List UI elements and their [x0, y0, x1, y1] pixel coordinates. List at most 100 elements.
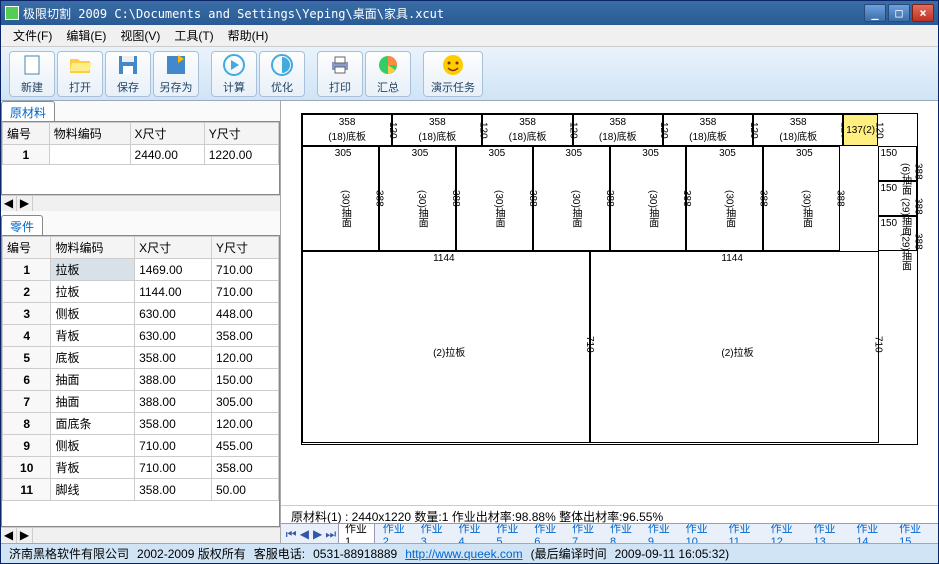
save-button[interactable]: 保存: [105, 51, 151, 97]
parts-tab[interactable]: 零件: [1, 215, 43, 235]
menu-file[interactable]: 文件(F): [7, 25, 58, 46]
dimension-label: 388: [912, 198, 923, 215]
cutting-sheet: 358(18)底板120358(18)底板120358(18)底板120358(…: [301, 113, 918, 445]
saveas-icon: [164, 53, 188, 77]
job-tab[interactable]: 作业8: [603, 523, 640, 543]
parts-panel: 零件 编号 物料编码 X尺寸 Y尺寸 1拉板1469.00710.002拉板11…: [1, 215, 280, 543]
job-tab[interactable]: 作业3: [414, 523, 451, 543]
status-build-label: (最后编译时间: [531, 545, 607, 562]
table-row[interactable]: 10背板710.00358.00: [3, 457, 279, 479]
table-row[interactable]: 6抽面388.00150.00: [3, 369, 279, 391]
job-tab[interactable]: 作业9: [641, 523, 678, 543]
rawmat-scroll[interactable]: ◀▶: [1, 195, 280, 211]
menubar: 文件(F) 编辑(E) 视图(V) 工具(T) 帮助(H): [1, 25, 938, 47]
pcol-code[interactable]: 物料编码: [51, 237, 135, 259]
pcol-y[interactable]: Y尺寸: [211, 237, 278, 259]
table-row[interactable]: 5底板358.00120.00: [3, 347, 279, 369]
table-row[interactable]: 1拉板1469.00710.00: [3, 259, 279, 281]
table-row[interactable]: 12440.001220.00: [3, 145, 279, 165]
calc-button[interactable]: 计算: [211, 51, 257, 97]
job-tab[interactable]: 作业6: [527, 523, 564, 543]
job-tabstrip: ⏮ ◀ ▶ ⏭ 作业1作业2作业3作业4作业5作业6作业7作业8作业9作业10作…: [281, 523, 938, 543]
job-tab[interactable]: 作业10: [679, 523, 721, 543]
summary-button[interactable]: 汇总: [365, 51, 411, 97]
dimension-label: (30)抽面: [491, 190, 506, 228]
layout-cell: 358(18)底板: [663, 114, 753, 146]
saveas-button[interactable]: 另存为: [153, 51, 199, 97]
dimension-label: 305: [412, 148, 429, 159]
pcol-id[interactable]: 编号: [3, 237, 51, 259]
layout-cell: 358(18)底板: [302, 114, 392, 146]
layout-cell: 358(18)底板: [482, 114, 572, 146]
dimension-label: 150: [880, 183, 897, 194]
dimension-label: 305: [489, 148, 506, 159]
layout-cell: 358(18)底板: [573, 114, 663, 146]
job-tab[interactable]: 作业12: [764, 523, 806, 543]
dimension-label: 305: [796, 148, 813, 159]
tab-prev[interactable]: ◀: [298, 527, 310, 541]
optimize-button[interactable]: 优化: [259, 51, 305, 97]
col-y[interactable]: Y尺寸: [204, 123, 278, 145]
pcol-x[interactable]: X尺寸: [135, 237, 212, 259]
tab-last[interactable]: ⏭: [325, 527, 337, 541]
right-pane: 358(18)底板120358(18)底板120358(18)底板120358(…: [281, 101, 938, 543]
print-button[interactable]: 打印: [317, 51, 363, 97]
window-title: 极限切割 2009 C:\Documents and Settings\Yepi…: [23, 5, 864, 22]
toolbar: 新建 打开 保存 另存为 计算 优化 打印 汇总: [1, 47, 938, 101]
dimension-label: (30)抽面: [799, 190, 814, 228]
table-row[interactable]: 9侧板710.00455.00: [3, 435, 279, 457]
rawmat-panel: 原材料 编号 物料编码 X尺寸 Y尺寸 12440.001220.00 ◀▶: [1, 101, 280, 211]
job-tab[interactable]: 作业1: [338, 523, 375, 543]
smile-icon: [441, 53, 465, 77]
rawmat-grid[interactable]: 编号 物料编码 X尺寸 Y尺寸 12440.001220.00: [2, 122, 279, 165]
dimension-label: 120: [873, 122, 884, 139]
table-row[interactable]: 11脚线358.0050.00: [3, 479, 279, 501]
maximize-button[interactable]: □: [888, 4, 910, 22]
dimension-label: 305: [565, 148, 582, 159]
menu-edit[interactable]: 编辑(E): [60, 25, 112, 46]
menu-help[interactable]: 帮助(H): [222, 25, 275, 46]
job-tab[interactable]: 作业4: [452, 523, 489, 543]
parts-scroll[interactable]: ◀▶: [1, 527, 280, 543]
tab-next[interactable]: ▶: [311, 527, 323, 541]
table-row[interactable]: 7抽面388.00305.00: [3, 391, 279, 413]
layout-canvas[interactable]: 358(18)底板120358(18)底板120358(18)底板120358(…: [281, 101, 938, 505]
menu-view[interactable]: 视图(V): [114, 25, 166, 46]
open-button[interactable]: 打开: [57, 51, 103, 97]
col-code[interactable]: 物料编码: [49, 123, 130, 145]
new-button[interactable]: 新建: [9, 51, 55, 97]
job-tab[interactable]: 作业15: [892, 523, 934, 543]
dimension-label: (30)抽面: [645, 190, 660, 228]
play-icon: [222, 53, 246, 77]
job-tab[interactable]: 作业5: [489, 523, 526, 543]
job-tab[interactable]: 作业11: [722, 523, 763, 543]
dimension-label: (30)抽面: [722, 190, 737, 228]
dimension-label: (2)拉板: [433, 344, 465, 359]
job-tab[interactable]: 作业2: [376, 523, 413, 543]
table-row[interactable]: 4背板630.00358.00: [3, 325, 279, 347]
job-tab[interactable]: 作业13: [806, 523, 848, 543]
dimension-label: (29)抽面: [897, 233, 912, 271]
parts-grid[interactable]: 编号 物料编码 X尺寸 Y尺寸 1拉板1469.00710.002拉板1144.…: [2, 236, 279, 501]
table-row[interactable]: 8面底条358.00120.00: [3, 413, 279, 435]
app-icon: [5, 6, 19, 20]
menu-tools[interactable]: 工具(T): [168, 25, 219, 46]
rawmat-tab[interactable]: 原材料: [1, 101, 55, 121]
demo-button[interactable]: 演示任务: [423, 51, 483, 97]
dimension-label: 305: [642, 148, 659, 159]
status-url[interactable]: http://www.queek.com: [405, 547, 522, 561]
dimension-label: (30)抽面: [337, 190, 352, 228]
new-icon: [20, 53, 44, 77]
dimension-label: 1144: [433, 253, 455, 264]
tab-first[interactable]: ⏮: [285, 527, 297, 541]
job-tab[interactable]: 作业7: [565, 523, 602, 543]
titlebar[interactable]: 极限切割 2009 C:\Documents and Settings\Yepi…: [1, 1, 938, 25]
col-x[interactable]: X尺寸: [130, 123, 204, 145]
job-tab[interactable]: 作业14: [849, 523, 891, 543]
table-row[interactable]: 3侧板630.00448.00: [3, 303, 279, 325]
close-button[interactable]: ×: [912, 4, 934, 22]
col-id[interactable]: 编号: [3, 123, 50, 145]
table-row[interactable]: 2拉板1144.00710.00: [3, 281, 279, 303]
minimize-button[interactable]: _: [864, 4, 886, 22]
dimension-label: 710: [872, 336, 883, 353]
